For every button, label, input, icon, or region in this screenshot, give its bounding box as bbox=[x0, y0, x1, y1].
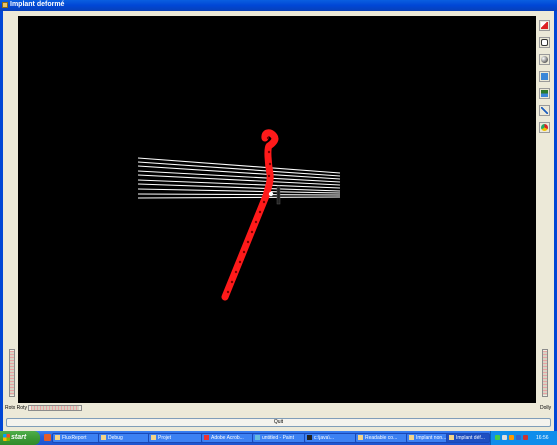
tray-app-icon[interactable] bbox=[509, 435, 514, 440]
taskbar-item-active[interactable]: Implant déf... bbox=[446, 433, 490, 443]
tray-app-icon[interactable] bbox=[523, 435, 528, 440]
pick-icon[interactable] bbox=[539, 20, 550, 31]
implant-plate bbox=[221, 129, 281, 301]
wire-line bbox=[137, 161, 341, 177]
tray-app-icon[interactable] bbox=[516, 435, 521, 440]
windows-logo-icon bbox=[3, 434, 10, 441]
rotx-slider[interactable] bbox=[9, 349, 15, 397]
contact-point bbox=[268, 191, 274, 197]
window-icon bbox=[55, 435, 60, 440]
roty-slider-thumb[interactable] bbox=[31, 406, 79, 410]
roty-slider[interactable] bbox=[28, 405, 82, 411]
console-icon bbox=[307, 435, 312, 440]
taskbar-item[interactable]: Readable co... bbox=[355, 433, 410, 443]
quicklaunch-browser-icon[interactable] bbox=[44, 434, 51, 441]
rotx-roty-label: Rotx Roty bbox=[5, 405, 27, 411]
taskbar-item[interactable]: untitled - Paint bbox=[252, 433, 307, 443]
wire-line bbox=[137, 196, 341, 199]
taskbar-item[interactable]: c:\java\... bbox=[304, 433, 359, 443]
wire-line bbox=[137, 157, 341, 174]
taskbar-item[interactable]: Projet bbox=[148, 433, 203, 443]
taskbar-item[interactable]: Debug bbox=[98, 433, 153, 443]
clock[interactable]: 16:56 bbox=[536, 431, 549, 445]
pin-icon[interactable] bbox=[539, 105, 550, 116]
dolly-label: Dolly bbox=[540, 405, 552, 411]
dolly-slider-thumb[interactable] bbox=[543, 351, 547, 395]
dolly-slider[interactable] bbox=[542, 349, 548, 397]
quit-button[interactable]: Quit bbox=[6, 418, 551, 427]
volume-icon[interactable] bbox=[502, 435, 507, 440]
wire-bundle bbox=[137, 157, 341, 199]
window-icon bbox=[409, 435, 414, 440]
rotx-slider-thumb[interactable] bbox=[10, 351, 14, 395]
network-icon[interactable] bbox=[495, 435, 500, 440]
3d-viewport[interactable] bbox=[18, 16, 536, 403]
shade-icon[interactable] bbox=[539, 54, 550, 65]
start-button[interactable]: start bbox=[0, 431, 40, 445]
view-icon[interactable] bbox=[539, 71, 550, 82]
paint-icon bbox=[255, 435, 260, 440]
taskbar: start FluxReport Debug Projet Adobe Acro… bbox=[0, 431, 557, 445]
wire-line bbox=[137, 193, 341, 196]
window-title: Implant deformé bbox=[10, 1, 65, 8]
start-label: start bbox=[11, 434, 27, 441]
folder-icon bbox=[151, 435, 156, 440]
screw bbox=[276, 185, 281, 205]
app-icon bbox=[2, 2, 8, 8]
taskbar-item[interactable]: Adobe Acrob... bbox=[201, 433, 256, 443]
scene-canvas bbox=[137, 129, 341, 301]
window-icon bbox=[358, 435, 363, 440]
window-icon bbox=[449, 435, 454, 440]
rotate-icon[interactable] bbox=[539, 37, 550, 48]
camera-icon[interactable] bbox=[539, 88, 550, 99]
title-bar: Implant deformé bbox=[0, 0, 557, 11]
folder-icon bbox=[101, 435, 106, 440]
render-icon[interactable] bbox=[539, 122, 550, 133]
pdf-icon bbox=[204, 435, 209, 440]
